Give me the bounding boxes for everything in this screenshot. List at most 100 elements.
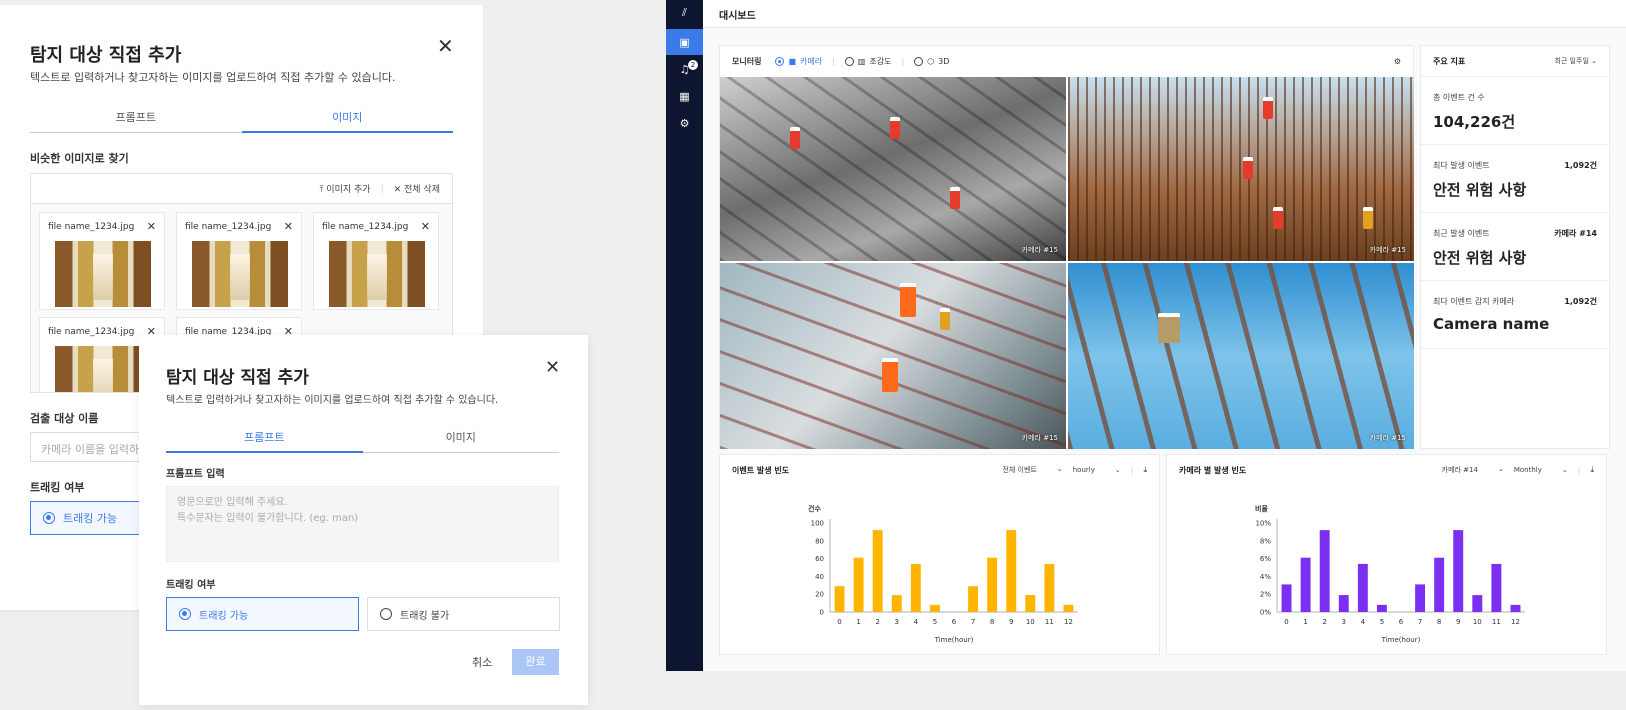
y-tick-label: 0%: [1260, 609, 1271, 617]
cancel-button[interactable]: 취소: [472, 654, 492, 670]
y-tick-label: 100: [811, 520, 824, 528]
notification-badge: 2: [688, 60, 698, 70]
grid-icon: ▦: [679, 89, 690, 103]
x-tick-label: 6: [1399, 618, 1404, 626]
radio-selected-icon: [43, 512, 55, 524]
monitoring-label: 모니터링: [732, 57, 762, 66]
y-tick-label: 10%: [1255, 520, 1271, 528]
remove-icon[interactable]: ✕: [421, 220, 430, 233]
x-tick-label: 4: [914, 618, 919, 626]
chevron-down-icon: ⌄: [1561, 466, 1568, 474]
x-tick-label: 12: [1511, 618, 1520, 626]
chart-bar: [872, 530, 883, 612]
chart-bar: [834, 586, 845, 612]
dialog-title: 탐지 대상 직접 추가: [30, 45, 182, 66]
file-name: file name_1234.jpg: [48, 327, 135, 337]
monitoring-header: 모니터링 ■ 카메라 | ▥ 조감도 | ⬡ 3D ⚙: [732, 56, 1401, 67]
chart-bar: [1510, 604, 1521, 612]
x-tick-label: 1: [1303, 618, 1307, 626]
x-tick-label: 9: [1456, 618, 1460, 626]
file-name: file name_1234.jpg: [322, 222, 409, 232]
camera-label: 카메라 #15: [1369, 246, 1406, 254]
gear-icon[interactable]: ⚙: [1394, 57, 1401, 66]
remove-icon[interactable]: ✕: [284, 220, 293, 233]
y-tick-label: 6%: [1260, 555, 1271, 563]
dialog-tabs: 프롬프트 이미지: [30, 109, 453, 133]
x-tick-label: 10: [1026, 618, 1035, 626]
bar-chart: 비율0%2%4%6%8%10%0 1 2 3 4 5 6 7 8 9 10 11 12Time(hour…: [1255, 504, 1525, 644]
image-card: file name_1234.jpg ✕: [176, 212, 302, 310]
interval-dropdown[interactable]: Monthly ⌄: [1514, 466, 1568, 474]
kpi-title: 주요 지표: [1433, 56, 1466, 66]
view-option-birdseye[interactable]: ▥ 조감도: [844, 56, 891, 67]
cube-icon: ⬡: [927, 57, 935, 66]
camera-feed[interactable]: 카메라 #15: [1068, 77, 1414, 261]
chart-bar: [1044, 563, 1055, 612]
kpi-item: 최다 이벤트 감지 카메라 1,092건 Camera name: [1421, 281, 1609, 349]
x-tick-label: 5: [1380, 618, 1384, 626]
x-tick-label: 1: [856, 618, 860, 626]
sidebar-item-apps[interactable]: ▦: [666, 83, 703, 109]
logo-icon[interactable]: ⫽: [666, 0, 703, 26]
x-tick-label: 11: [1492, 618, 1501, 626]
chevron-down-icon: ⌄: [1497, 465, 1504, 473]
tracking-on-radio[interactable]: 트래킹 가능: [166, 597, 359, 631]
y-tick-label: 60: [815, 555, 824, 563]
event-frequency-chart: 이벤트 발생 빈도 전체 이벤트 ⌄ hourly ⌄ | ⤓ 건수 0 20 40 60 8…: [719, 454, 1160, 655]
camera-grid: 카메라 #15 카메라 #15 카메라 #15 카메라 #15: [720, 77, 1415, 449]
y-tick-label: 80: [815, 537, 824, 545]
camera-feed[interactable]: 카메라 #15: [1068, 263, 1414, 449]
sidebar-item-notifications[interactable]: ♫: [666, 56, 703, 82]
view-option-camera[interactable]: ■ 카메라: [775, 56, 822, 67]
camera-icon: ■: [788, 57, 797, 66]
period-dropdown[interactable]: 최근 일주일 ⌄: [1554, 56, 1597, 66]
chart-bar: [1491, 563, 1502, 612]
event-filter-dropdown[interactable]: 전체 이벤트 ⌄: [1002, 465, 1062, 475]
x-tick-label: 7: [971, 618, 975, 626]
chart-bar: [1281, 584, 1292, 612]
x-tick-label: 7: [1418, 618, 1422, 626]
x-tick-label: 2: [1322, 618, 1326, 626]
camera-feed[interactable]: 카메라 #15: [720, 77, 1066, 261]
chart-bar: [1006, 530, 1017, 612]
chart-bar: [929, 604, 940, 612]
y-axis-label: 비율: [1255, 504, 1268, 513]
tracking-off-radio[interactable]: 트래킹 불가: [367, 597, 560, 631]
close-icon[interactable]: ✕: [545, 359, 560, 377]
camera-feed[interactable]: 카메라 #15: [720, 263, 1066, 449]
delete-all-button[interactable]: ✕ 전체 삭제: [394, 182, 440, 195]
calendar-icon: ▣: [679, 35, 690, 49]
image-thumbnail: [329, 241, 425, 307]
interval-dropdown[interactable]: hourly ⌄: [1073, 466, 1121, 474]
tab-prompt[interactable]: 프롬프트: [30, 109, 242, 132]
chart-bar: [987, 557, 998, 612]
camera-filter-dropdown[interactable]: 카메라 #14 ⌄: [1442, 465, 1504, 475]
chevron-down-icon: ⌄: [1056, 465, 1063, 473]
sidebar-item-dashboard[interactable]: ▣: [666, 29, 703, 55]
remove-icon[interactable]: ✕: [147, 220, 156, 233]
chart-bar: [968, 586, 979, 612]
page-title: 대시보드: [703, 0, 1626, 28]
tab-image[interactable]: 이미지: [363, 429, 560, 452]
download-icon[interactable]: ⤓: [1143, 465, 1147, 475]
file-name: file name_1234.jpg: [185, 222, 272, 232]
close-icon[interactable]: ✕: [437, 36, 454, 56]
tab-image[interactable]: 이미지: [241, 109, 454, 133]
image-toolbar: ⤒ 이미지 추가 | ✕ 전체 삭제: [31, 174, 452, 204]
done-button[interactable]: 완료: [512, 649, 559, 675]
chart-bar: [1472, 595, 1483, 612]
add-image-button[interactable]: ⤒ 이미지 추가: [319, 182, 370, 195]
view-option-3d[interactable]: ⬡ 3D: [914, 57, 949, 66]
x-tick-label: 10: [1473, 618, 1482, 626]
chart-bar: [1025, 595, 1036, 612]
x-tick-label: 0: [1284, 618, 1288, 626]
chart-bar: [910, 563, 921, 612]
tab-prompt[interactable]: 프롬프트: [166, 429, 363, 453]
x-tick-label: 12: [1064, 618, 1073, 626]
radio-selected-icon: [179, 608, 191, 620]
prompt-textarea[interactable]: 영문으로만 입력해 주세요. 특수문자는 입력이 불가합니다. (eg. man…: [166, 486, 559, 562]
x-tick-label: 8: [990, 618, 994, 626]
sidebar-item-settings[interactable]: ⚙: [666, 110, 703, 136]
camera-label: 카메라 #15: [1021, 246, 1058, 254]
download-icon[interactable]: ⤓: [1590, 465, 1594, 475]
